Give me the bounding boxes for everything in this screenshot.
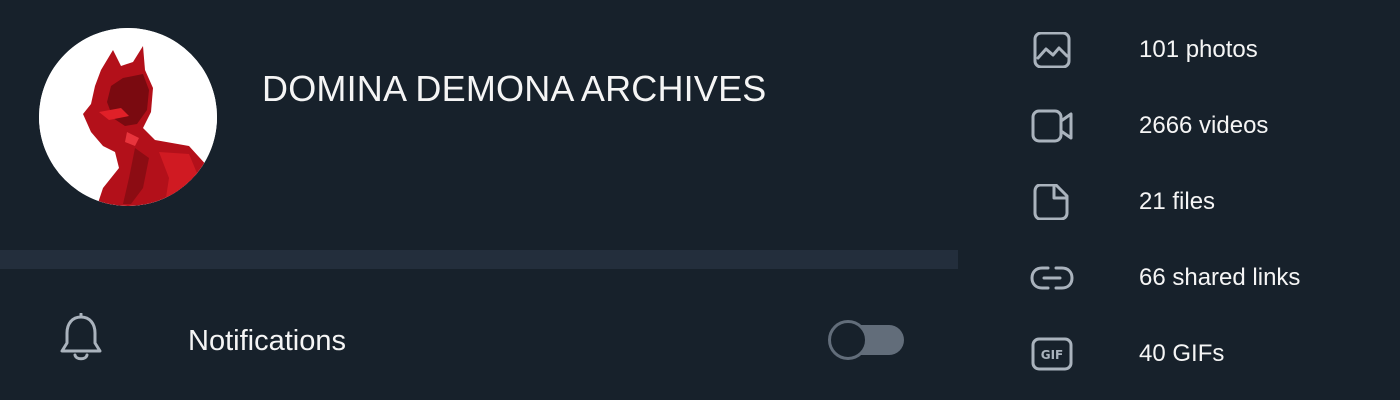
media-item-label: 40 GIFs [1139, 340, 1225, 367]
media-item-gifs[interactable]: GIF 40 GIFs [958, 316, 1400, 392]
photo-icon [1030, 31, 1074, 69]
bell-icon [58, 312, 104, 363]
media-item-links[interactable]: 66 shared links [958, 240, 1400, 316]
media-item-label: 66 shared links [1139, 264, 1301, 291]
profile-header: DOMINA DEMONA ARCHIVES [0, 0, 958, 250]
avatar-image [39, 28, 217, 206]
media-item-label: 2666 videos [1139, 112, 1269, 139]
video-icon [1030, 108, 1074, 144]
gif-icon: GIF [1030, 336, 1074, 372]
notifications-label: Notifications [188, 325, 346, 357]
link-icon [1030, 260, 1074, 296]
avatar[interactable] [39, 28, 217, 206]
file-icon [1030, 183, 1074, 221]
media-item-photos[interactable]: 101 photos [958, 12, 1400, 88]
media-item-label: 21 files [1139, 188, 1216, 215]
notifications-toggle[interactable] [828, 320, 904, 360]
media-item-videos[interactable]: 2666 videos [958, 88, 1400, 164]
shared-media-panel: 101 photos 2666 videos 21 files 66 share… [958, 0, 1400, 400]
toggle-knob [828, 320, 868, 360]
profile-panel: DOMINA DEMONA ARCHIVES Notifications [0, 0, 958, 400]
section-divider [0, 250, 958, 269]
gif-badge-text: GIF [1041, 348, 1064, 362]
media-item-label: 101 photos [1139, 36, 1258, 63]
channel-title: DOMINA DEMONA ARCHIVES [262, 68, 767, 109]
channel-info-page: DOMINA DEMONA ARCHIVES Notifications 101… [0, 0, 1400, 400]
notifications-row[interactable]: Notifications [0, 269, 958, 400]
media-item-files[interactable]: 21 files [958, 164, 1400, 240]
